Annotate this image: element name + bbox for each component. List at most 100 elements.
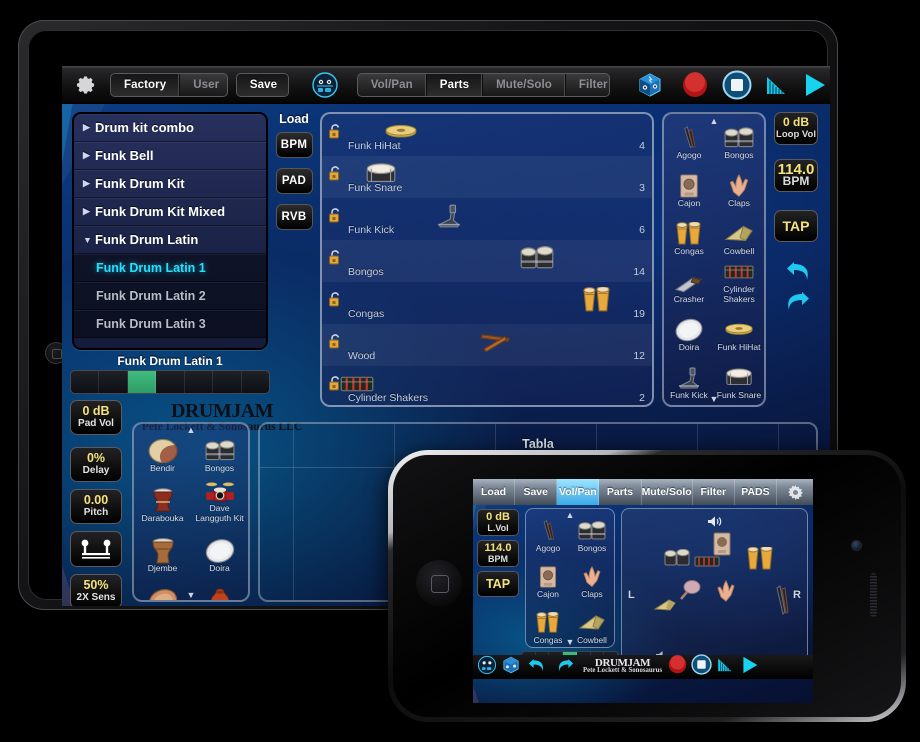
save-button[interactable]: Save — [236, 73, 288, 96]
preset-row[interactable]: ▶ Drum kit combo — [74, 114, 266, 142]
part-row[interactable]: Funk HiHat 4 — [322, 114, 652, 156]
iphone-home-button[interactable] — [416, 560, 462, 606]
tab-mutesolo[interactable]: Mute/Solo — [483, 73, 566, 96]
palette-cell[interactable]: Claps — [570, 555, 614, 601]
palette-cell[interactable]: Doira — [664, 306, 714, 354]
dice-randomize-icon[interactable] — [636, 71, 664, 99]
palette-cell[interactable]: Crasher — [664, 258, 714, 306]
palette-cell[interactable]: Bongos — [714, 114, 764, 162]
preset-source-tabs[interactable]: Factory User — [110, 72, 228, 97]
sensitivity-control[interactable]: 50% 2X Sens — [70, 574, 122, 606]
palette-cell[interactable]: Agogo — [526, 509, 570, 555]
play-icon[interactable] — [800, 70, 830, 100]
iphone-record-icon[interactable] — [668, 655, 687, 679]
fade-icon[interactable] — [764, 72, 790, 98]
preset-list[interactable]: ▶ Drum kit combo ▶ Funk Bell ▶ Funk Drum Kit ▶… — [72, 112, 268, 350]
strip-cell[interactable] — [242, 371, 269, 393]
iphone-tab[interactable]: Vol/Pan — [557, 479, 600, 505]
preset-row[interactable]: ▶Funk Drum Latin 3 — [74, 310, 266, 338]
lock-icon[interactable] — [328, 249, 343, 266]
iphone-tab[interactable]: Mute/Solo — [642, 479, 693, 505]
pad-picker-cell[interactable]: Bongos — [191, 424, 248, 474]
part-row[interactable]: Funk Snare 3 — [322, 156, 652, 198]
iphone-tab[interactable]: Parts — [599, 479, 642, 505]
mode-tabs[interactable]: Vol/Pan Parts Mute/Solo Filter — [356, 72, 610, 97]
palette-cell[interactable]: Cajon — [526, 555, 570, 601]
preset-row[interactable]: ▶ Funk Drum Kit Mixed — [74, 198, 266, 226]
pad-picker-cell[interactable]: Bendir — [134, 424, 191, 474]
iphone-tab[interactable]: Load — [473, 479, 516, 505]
iphone-tab[interactable]: PADS — [735, 479, 778, 505]
preset-row[interactable]: ▶ Funk Drum Kit — [74, 170, 266, 198]
pan-item-congas-icon[interactable] — [746, 545, 774, 576]
iphone-stop-icon[interactable] — [691, 654, 712, 680]
strip-cell[interactable] — [99, 371, 128, 393]
part-row[interactable]: Funk Kick 6 — [322, 198, 652, 240]
iphone-undo-icon[interactable] — [525, 655, 549, 679]
pad-picker-cell[interactable]: Doira — [191, 524, 248, 574]
bpm-meter[interactable]: 114.0 BPM — [774, 159, 818, 192]
preset-row[interactable]: ▶Funk Drum Latin 1 — [74, 254, 266, 282]
redo-icon[interactable] — [774, 286, 822, 314]
padpicker-scroll-down-icon[interactable]: ▼ — [187, 590, 196, 600]
save-button-group[interactable]: Save — [235, 72, 289, 97]
palette-cell[interactable]: Bongos — [570, 509, 614, 555]
preset-row[interactable]: ▶ Funk Bell — [74, 142, 266, 170]
iphone-loop-volume-meter[interactable]: 0 dB L.Vol — [477, 509, 519, 536]
pan-item-claps-icon[interactable] — [714, 579, 740, 608]
lock-icon[interactable] — [328, 333, 343, 350]
strip-cell[interactable] — [156, 371, 185, 393]
palette-cell[interactable]: Cowbell — [714, 210, 764, 258]
rvb-button[interactable]: RVB — [275, 204, 313, 230]
pad-picker-cell[interactable]: Darabouka — [134, 474, 191, 524]
palette-cell[interactable]: Funk Snare — [714, 354, 764, 402]
pad-picker-cell[interactable]: Djembe — [134, 524, 191, 574]
part-row[interactable]: Cylinder Shakers 2 — [322, 366, 652, 405]
pad-picker-cell[interactable]: Frame Drum — [134, 574, 191, 600]
pad-strip[interactable] — [70, 370, 270, 394]
pan-item-shaker-icon[interactable] — [678, 579, 702, 606]
preset-row[interactable]: ▶Funk Drum Latin 2 — [74, 282, 266, 310]
palette-cell[interactable]: Congas — [664, 210, 714, 258]
pad-button[interactable]: PAD — [275, 168, 313, 194]
chevron-right-icon[interactable]: ▶ — [83, 206, 95, 217]
tab-filter[interactable]: Filter — [566, 74, 609, 96]
palette-cell[interactable]: Cowbell — [570, 601, 614, 647]
part-row[interactable]: Congas 19 — [322, 282, 652, 324]
iphone-gear-icon[interactable] — [777, 479, 813, 505]
drum-kit-face-icon[interactable] — [311, 71, 339, 99]
lock-icon[interactable] — [328, 291, 343, 308]
tap-button[interactable]: TAP — [774, 210, 818, 242]
pad-volume-control[interactable]: 0 dB Pad Vol — [70, 400, 122, 435]
pad-picker-cell[interactable]: Ghatam — [191, 574, 248, 600]
palette-cell[interactable]: Claps — [714, 162, 764, 210]
iphone-pan-panel[interactable]: L R DEFAULT — [621, 508, 808, 671]
chevron-right-icon[interactable]: ▶ — [83, 122, 95, 133]
part-row[interactable]: Bongos 14 — [322, 240, 652, 282]
palette-cell[interactable]: Cylinder Shakers — [714, 258, 764, 306]
lock-icon[interactable] — [328, 207, 343, 224]
stop-icon[interactable] — [722, 70, 752, 100]
load-label[interactable]: Load — [274, 112, 314, 126]
iphone-instrument-palette[interactable]: ▲ Agogo Bongos Cajon Claps Congas Cowbell ▼ — [525, 508, 615, 648]
palette-cell[interactable]: Funk HiHat — [714, 306, 764, 354]
chevron-down-icon[interactable]: ▼ — [83, 235, 95, 245]
iphone-tab[interactable]: Save — [515, 479, 558, 505]
delay-control[interactable]: 0% Delay — [70, 447, 122, 482]
pad-instrument-picker[interactable]: ▲ Bendir Bongos Darabouka Dave Langguth Kit… — [132, 422, 250, 602]
iphone-toolbar[interactable]: Load Save Vol/Pan Parts Mute/Solo Filter PADS — [473, 479, 813, 505]
tab-user[interactable]: User — [180, 74, 227, 96]
bpm-button[interactable]: BPM — [275, 132, 313, 158]
palette-cell[interactable]: Cajon — [664, 162, 714, 210]
pan-item-agogo-icon[interactable] — [772, 585, 792, 620]
preset-row[interactable]: ▼ Funk Drum Latin — [74, 226, 266, 254]
palette-cell[interactable]: Funk Kick — [664, 354, 714, 402]
pan-item-cajon-icon[interactable] — [712, 531, 732, 562]
strip-cell[interactable] — [185, 371, 214, 393]
tab-volpan[interactable]: Vol/Pan — [358, 73, 427, 96]
tab-factory[interactable]: Factory — [111, 73, 181, 96]
pan-item-bongos-icon[interactable] — [664, 548, 690, 572]
parts-panel[interactable]: Funk HiHat 4 Funk Snare 3 Funk Kick 6 Bongos 14… — [320, 112, 654, 407]
iphone-tab[interactable]: Filter — [693, 479, 735, 505]
chevron-right-icon[interactable]: ▶ — [83, 150, 95, 161]
